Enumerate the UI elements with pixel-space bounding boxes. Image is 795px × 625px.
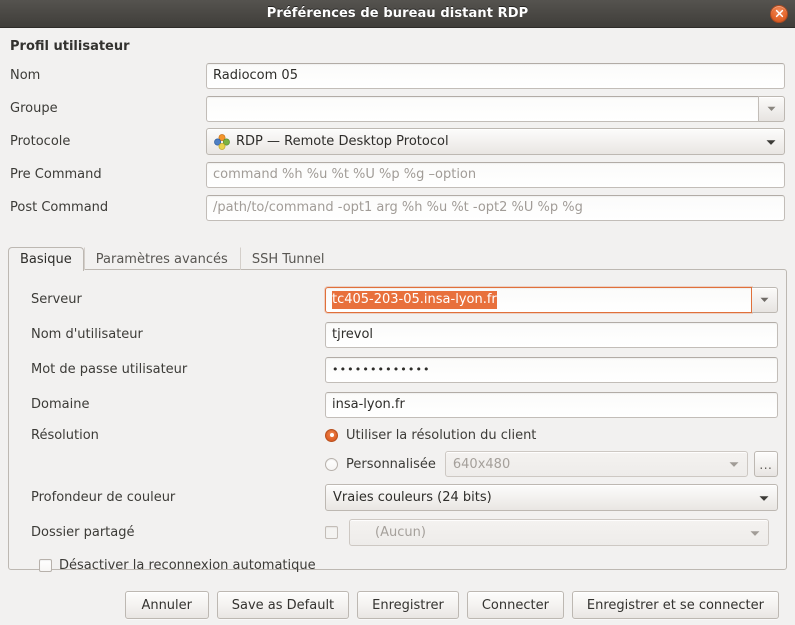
chevron-down-icon: [759, 490, 769, 505]
resolution-client-option[interactable]: Utiliser la résolution du client: [325, 428, 536, 443]
server-combo[interactable]: tc405-203-05.insa-lyon.fr: [325, 286, 778, 313]
titlebar: Préférences de bureau distant RDP: [0, 0, 795, 28]
protocol-combo[interactable]: RDP — Remote Desktop Protocol: [206, 128, 785, 155]
protocol-label: Protocole: [10, 134, 71, 149]
tab-ssh-tunnel[interactable]: SSH Tunnel: [239, 247, 337, 270]
profile-section-title: Profil utilisateur: [10, 39, 130, 54]
profile-section: Profil utilisateur Nom Radiocom 05 Group…: [0, 28, 795, 224]
domain-label: Domaine: [31, 397, 90, 412]
name-label: Nom: [10, 68, 41, 83]
chevron-down-icon: [766, 134, 776, 149]
custom-resolution-value: 640x480: [452, 456, 511, 472]
protocol-value: RDP — Remote Desktop Protocol: [236, 134, 449, 149]
resolution-client-label: Utiliser la résolution du client: [346, 427, 537, 443]
chevron-down-icon[interactable]: [752, 286, 778, 313]
chevron-down-icon[interactable]: [759, 95, 785, 122]
row-name: Nom Radiocom 05: [0, 59, 795, 92]
password-label: Mot de passe utilisateur: [31, 362, 188, 377]
custom-resolution-combo[interactable]: 640x480: [444, 451, 748, 477]
remmina-protocol-icon: [214, 133, 230, 150]
group-label: Groupe: [10, 101, 58, 116]
row-pre-command: Pre Command command %h %u %t %U %p %g –o…: [0, 158, 795, 191]
row-post-command: Post Command /path/to/command -opt1 arg …: [0, 191, 795, 224]
post-command-input[interactable]: /path/to/command -opt1 arg %h %u %t -opt…: [206, 194, 785, 221]
resolution-custom-option[interactable]: Personnalisée: [325, 457, 436, 472]
tab-page-basique: Serveur tc405-203-05.insa-lyon.fr Nom d'…: [8, 269, 787, 573]
resolution-browse-button[interactable]: ...: [753, 451, 778, 477]
shared-folder-label: Dossier partagé: [31, 525, 135, 540]
server-label: Serveur: [31, 292, 82, 307]
name-input[interactable]: Radiocom 05: [206, 62, 785, 89]
disable-autoreconnect-label: Désactiver la reconnexion automatique: [59, 557, 316, 573]
dialog-button-bar: Annuler Save as Default Enregistrer Conn…: [0, 591, 787, 619]
color-depth-combo[interactable]: Vraies couleurs (24 bits): [325, 484, 778, 511]
row-resolution-client: Résolution Utiliser la résolution du cli…: [9, 422, 786, 448]
tab-parametres-avances[interactable]: Paramètres avancés: [83, 247, 240, 270]
tab-basique[interactable]: Basique: [8, 247, 84, 271]
row-group: Groupe: [0, 92, 795, 125]
disable-autoreconnect-option[interactable]: Désactiver la reconnexion automatique: [39, 558, 316, 573]
tab-bar: Basique Paramètres avancés SSH Tunnel: [8, 246, 787, 271]
connect-button[interactable]: Connecter: [466, 591, 564, 619]
save-button[interactable]: Enregistrer: [357, 591, 459, 619]
post-command-label: Post Command: [10, 200, 109, 215]
row-resolution-custom: Personnalisée 640x480 ...: [9, 448, 786, 480]
username-input[interactable]: tjrevol: [325, 321, 778, 348]
save-and-connect-button[interactable]: Enregistrer et se connecter: [571, 591, 779, 619]
pre-command-label: Pre Command: [10, 167, 102, 182]
password-masked-value: •••••••••••••: [332, 363, 431, 376]
chevron-down-icon: [729, 457, 739, 472]
color-depth-value: Vraies couleurs (24 bits): [333, 490, 492, 505]
row-server: Serveur tc405-203-05.insa-lyon.fr: [9, 282, 786, 317]
server-input[interactable]: tc405-203-05.insa-lyon.fr: [325, 286, 752, 313]
radio-custom-resolution[interactable]: [325, 457, 338, 471]
pre-command-input[interactable]: command %h %u %t %U %p %g –option: [206, 161, 785, 188]
row-password: Mot de passe utilisateur •••••••••••••: [9, 352, 786, 387]
group-input[interactable]: [206, 95, 759, 122]
row-protocol: Protocole RDP — Remote Desktop Protocol: [0, 125, 795, 158]
password-input[interactable]: •••••••••••••: [325, 356, 778, 383]
radio-client-resolution[interactable]: [325, 428, 338, 442]
settings-notebook: Basique Paramètres avancés SSH Tunnel Se…: [8, 246, 787, 573]
shared-folder-value: (Aucun): [375, 525, 426, 540]
chevron-down-icon: [750, 525, 760, 540]
group-combo[interactable]: [206, 95, 785, 122]
row-shared-folder: Dossier partagé (Aucun): [9, 515, 786, 550]
save-as-default-button[interactable]: Save as Default: [216, 591, 350, 619]
cancel-button[interactable]: Annuler: [124, 591, 209, 619]
window-title: Préférences de bureau distant RDP: [266, 6, 529, 21]
shared-folder-checkbox[interactable]: [325, 526, 338, 539]
server-input-value: tc405-203-05.insa-lyon.fr: [332, 290, 497, 309]
resolution-custom-label: Personnalisée: [346, 456, 436, 472]
row-disable-autoreconnect: Désactiver la reconnexion automatique: [9, 550, 786, 580]
domain-input[interactable]: insa-lyon.fr: [325, 391, 778, 418]
rdp-preferences-dialog: Préférences de bureau distant RDP Profil…: [0, 0, 795, 625]
row-domain: Domaine insa-lyon.fr: [9, 387, 786, 422]
row-username: Nom d'utilisateur tjrevol: [9, 317, 786, 352]
close-icon[interactable]: [770, 4, 788, 23]
color-depth-label: Profondeur de couleur: [31, 490, 176, 505]
shared-folder-combo[interactable]: (Aucun): [349, 519, 769, 546]
username-label: Nom d'utilisateur: [31, 327, 143, 342]
resolution-label: Résolution: [31, 427, 99, 443]
row-color-depth: Profondeur de couleur Vraies couleurs (2…: [9, 480, 786, 515]
disable-autoreconnect-checkbox[interactable]: [39, 558, 52, 572]
